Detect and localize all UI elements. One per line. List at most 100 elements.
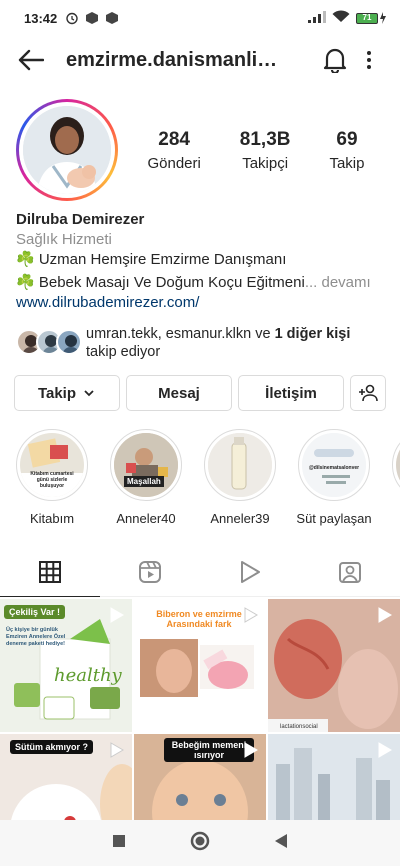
circle-icon xyxy=(190,831,210,850)
stat-following-label: Takip xyxy=(329,154,365,172)
highlight-sut-overlay: @dilsinematsalonver xyxy=(308,465,360,471)
message-button[interactable]: Mesaj xyxy=(126,375,232,411)
reel-play-icon xyxy=(244,742,258,763)
post-tag: Bebeğim memeni ısırıyor xyxy=(164,738,254,762)
bio-more-link[interactable]: ... devamı xyxy=(305,274,371,291)
profile-stats: 284 Gönderi 81,3B Takipçi 69 Takip xyxy=(128,129,384,172)
chevron-down-icon xyxy=(84,390,94,397)
highlight-anneler39-label: Anneler39 xyxy=(210,511,270,526)
reels-icon xyxy=(139,560,161,583)
highlight-partial[interactable]: A xyxy=(388,429,400,541)
bio-website-link[interactable]: www.dilrubademirezer.com/ xyxy=(16,293,384,313)
recent-apps-button[interactable] xyxy=(112,834,126,853)
post-tile[interactable]: Biberon ve emzirme Arasındaki fark xyxy=(134,599,266,732)
triangle-back-icon xyxy=(275,833,287,848)
highlight-anneler40-label: Anneler40 xyxy=(116,511,176,526)
tab-tagged[interactable] xyxy=(300,547,400,596)
more-vertical-icon xyxy=(367,51,371,69)
highlight-kitabim-image: Kitabım cumartesi günü sizlerle buluşuyo… xyxy=(20,433,84,497)
system-nav-bar xyxy=(0,820,400,866)
package-icon xyxy=(85,11,99,25)
followed-by-text: umran.tekk, esmanur.klkn ve 1 diğer kişi… xyxy=(86,325,350,361)
reel-play-icon xyxy=(110,607,124,628)
stat-followers-count: 81,3B xyxy=(239,128,291,150)
story-highlights: Kitabım cumartesi günü sizlerle buluşuyo… xyxy=(0,411,400,541)
contact-button[interactable]: İletişim xyxy=(238,375,344,411)
post-tag: Çekiliş Var ! xyxy=(4,605,66,619)
avatar xyxy=(56,329,82,355)
highlight-kitabim[interactable]: Kitabım cumartesi günü sizlerle buluşuyo… xyxy=(12,429,92,541)
system-back-button[interactable] xyxy=(274,833,288,854)
highlight-anneler40-image: Maşallah xyxy=(114,433,178,497)
reel-play-icon xyxy=(378,607,392,628)
post-tag: Sütüm akmıyor ? xyxy=(10,740,94,754)
message-button-label: Mesaj xyxy=(158,384,200,402)
signal-icon xyxy=(308,10,326,26)
back-button[interactable] xyxy=(14,43,48,77)
avatar xyxy=(23,106,111,194)
play-icon xyxy=(241,560,260,583)
grid-icon xyxy=(39,560,61,583)
highlight-kitabim-overlay: Kitabım cumartesi günü sizlerle buluşuyo… xyxy=(30,471,74,489)
package-icon-2 xyxy=(105,11,119,25)
highlight-partial-label: A xyxy=(388,511,400,526)
followed-by-users: umran.tekk, esmanur.klkn xyxy=(86,326,252,342)
more-options-button[interactable] xyxy=(352,43,386,77)
tab-videos[interactable] xyxy=(200,547,300,596)
followed-by-avatars xyxy=(16,327,86,363)
profile-name: Dilruba Demirezer xyxy=(16,211,145,228)
profile-tabs xyxy=(0,547,400,597)
highlight-sut-paylasan[interactable]: @dilsinematsalonver Süt paylaşan xyxy=(294,429,374,541)
follow-button-label: Takip xyxy=(37,384,77,402)
bell-icon xyxy=(323,48,347,73)
post-credit: lactationsocial xyxy=(280,724,318,730)
follow-button[interactable]: Takip xyxy=(14,375,120,411)
bio-line-1: ☘️ Uzman Hemşire Emzirme Danışmanı xyxy=(16,251,287,268)
stat-posts-label: Gönderi xyxy=(147,154,201,172)
profile-header: 284 Gönderi 81,3B Takipçi 69 Takip xyxy=(0,84,400,210)
post-tag: Biberon ve emzirme Arasındaki fark xyxy=(156,609,242,629)
avatar-story-ring[interactable] xyxy=(16,99,118,201)
wifi-icon xyxy=(332,10,350,26)
notifications-button[interactable] xyxy=(318,43,352,77)
tab-reels[interactable] xyxy=(100,547,200,596)
top-bar: emzirme.danismanli… xyxy=(0,36,400,84)
profile-username: emzirme.danismanli… xyxy=(66,48,278,71)
bio-line-2-text: ☘️ Bebek Masajı Ve Doğum Koçu Eğitmeni xyxy=(16,274,305,291)
post-tile[interactable]: Çekiliş Var ! Üç kişiye bir günlük Emzir… xyxy=(0,599,132,732)
stat-following[interactable]: 69 Takip xyxy=(329,129,364,172)
followed-by-suffix: takip ediyor xyxy=(86,344,161,360)
add-person-icon xyxy=(359,384,378,402)
highlight-anneler40[interactable]: Maşallah Anneler40 xyxy=(106,429,186,541)
profile-bio: Dilruba Demirezer Sağlık Hizmeti ☘️ Uzma… xyxy=(0,210,400,313)
followed-by-others: 1 diğer kişi xyxy=(274,326,351,342)
highlight-sut-paylasan-image: @dilsinematsalonver xyxy=(302,433,366,497)
followed-by-connector: ve xyxy=(251,326,275,342)
tab-posts-grid[interactable] xyxy=(0,547,100,597)
reel-play-icon xyxy=(244,607,258,628)
highlight-kitabim-label: Kitabım xyxy=(29,511,75,526)
status-time: 13:42 xyxy=(24,10,58,26)
highlight-anneler40-overlay: Maşallah xyxy=(124,476,164,487)
stat-posts-count: 284 xyxy=(158,128,190,150)
home-button[interactable] xyxy=(190,831,210,856)
highlight-partial-image xyxy=(396,433,400,497)
suggested-users-button[interactable] xyxy=(350,375,386,411)
bio-line-2: ☘️ Bebek Masajı Ve Doğum Koçu Eğitmeni..… xyxy=(16,273,384,293)
stat-followers-label: Takipçi xyxy=(242,154,289,172)
contact-button-label: İletişim xyxy=(265,384,317,402)
post-brand: healthy xyxy=(54,665,122,686)
battery-level: 71 xyxy=(356,12,378,24)
reel-play-icon xyxy=(378,742,392,763)
battery-icon: 71 xyxy=(356,12,386,24)
post-tile[interactable]: lactationsocial xyxy=(268,599,400,732)
highlight-sut-paylasan-label: Süt paylaşan xyxy=(296,511,372,526)
profile-actions: Takip Mesaj İletişim xyxy=(0,363,400,411)
stat-posts[interactable]: 284 Gönderi xyxy=(147,129,200,172)
reel-play-icon xyxy=(110,742,124,763)
followed-by[interactable]: umran.tekk, esmanur.klkn ve 1 diğer kişi… xyxy=(0,313,400,363)
tagged-person-icon xyxy=(339,561,361,583)
post-subtitle: Üç kişiye bir günlük Emziren Annelere Öz… xyxy=(6,627,66,647)
stat-followers[interactable]: 81,3B Takipçi xyxy=(240,129,291,172)
highlight-anneler39[interactable]: Anneler39 xyxy=(200,429,280,541)
